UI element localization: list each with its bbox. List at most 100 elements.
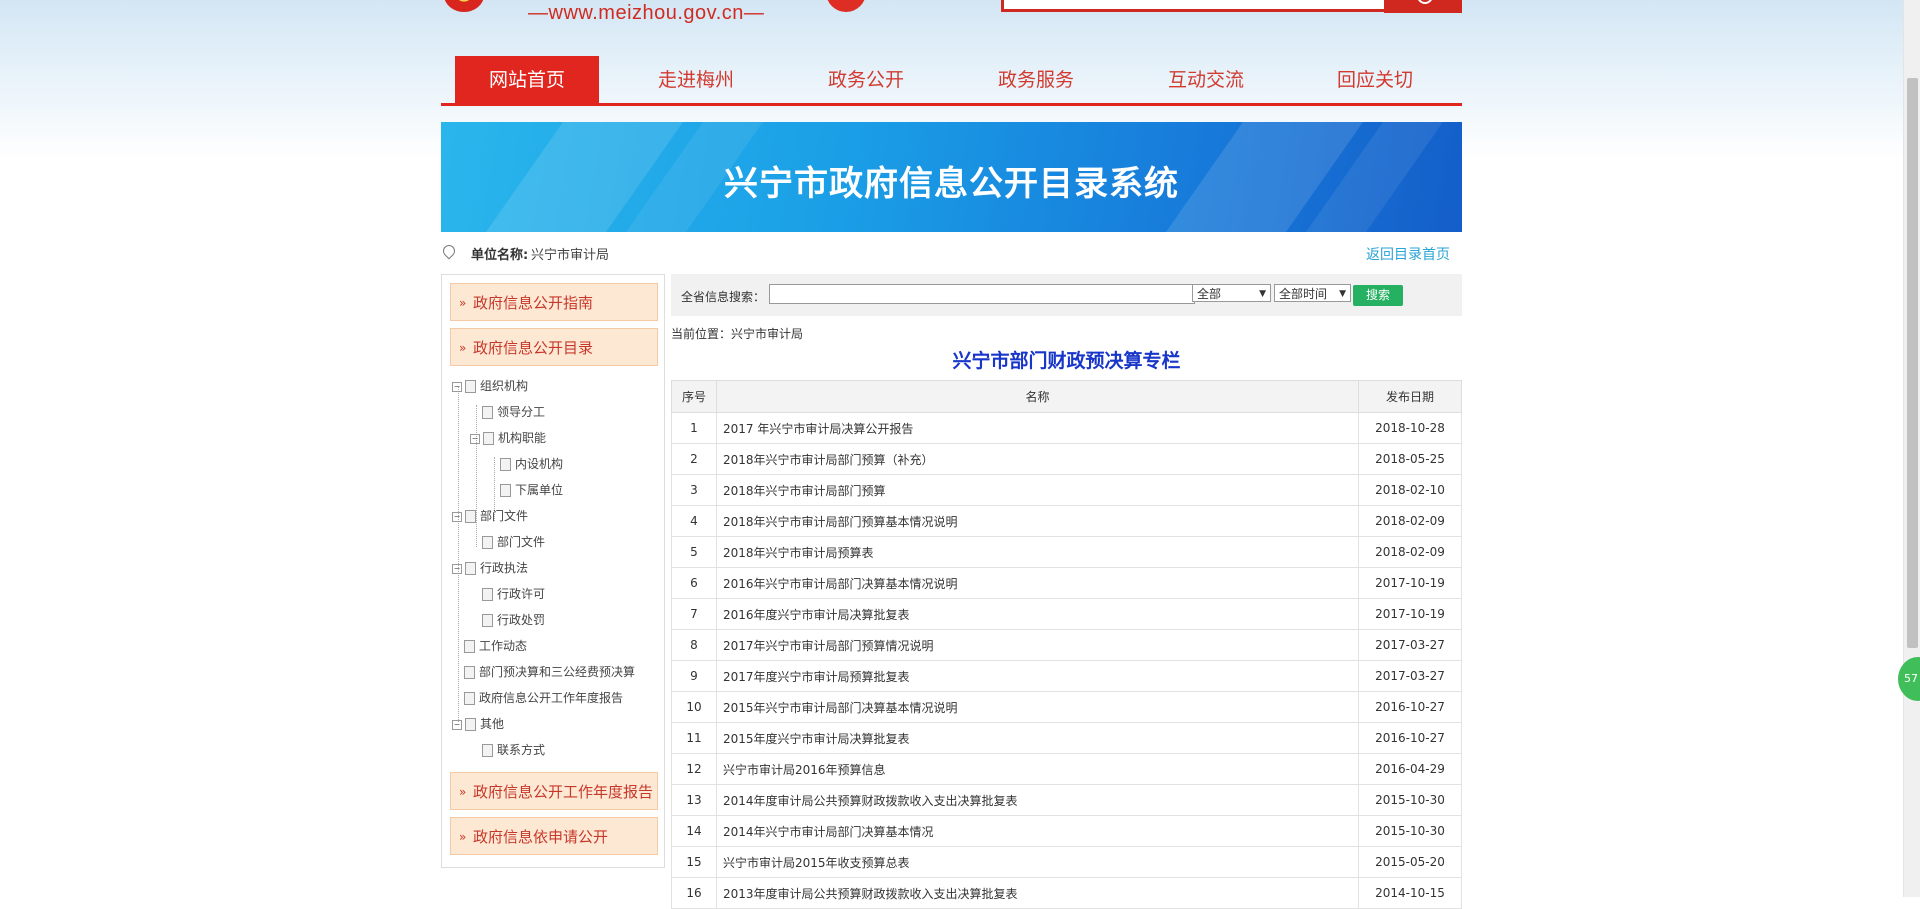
table-row[interactable]: 9 2017年度兴宁市审计局预算批复表 2017-03-27 (671, 660, 1462, 692)
row-index: 9 (671, 660, 717, 692)
table-row[interactable]: 10 2015年兴宁市审计局部门决算基本情况说明 2016-10-27 (671, 691, 1462, 723)
floating-badge[interactable]: 57 (1898, 657, 1920, 701)
location-pin-icon (440, 242, 458, 260)
tree-item-penalty[interactable]: 行政处罚 (482, 611, 545, 628)
unit-value: 兴宁市审计局 (531, 248, 610, 263)
time-select[interactable]: 全部时间 (1274, 284, 1351, 303)
nav-gov-services[interactable]: 政务服务 (964, 56, 1108, 103)
row-title-link[interactable]: 兴宁市审计局2016年预算信息 (716, 753, 1359, 785)
scope-select[interactable]: 全部 (1192, 284, 1271, 303)
row-title-link[interactable]: 兴宁市审计局2015年收支预算总表 (716, 846, 1359, 878)
row-index: 12 (671, 753, 717, 785)
tree-item-other[interactable]: − 其他 (452, 715, 504, 732)
tree-item-dept-docs[interactable]: − 部门文件 (452, 507, 528, 524)
breadcrumb: 当前位置：兴宁市审计局 (671, 327, 804, 341)
row-date: 2018-02-09 (1358, 505, 1462, 537)
nav-interaction[interactable]: 互动交流 (1134, 56, 1278, 103)
table-row[interactable]: 5 2018年兴宁市审计局预算表 2018-02-09 (671, 536, 1462, 568)
table-row[interactable]: 2 2018年兴宁市审计局部门预算（补充） 2018-05-25 (671, 443, 1462, 475)
row-title-link[interactable]: 2014年兴宁市审计局部门决算基本情况 (716, 815, 1359, 847)
scrollbar-thumb[interactable] (1907, 78, 1918, 648)
tree-item-enforcement[interactable]: − 行政执法 (452, 559, 528, 576)
row-date: 2017-03-27 (1358, 629, 1462, 661)
row-title-link[interactable]: 2017 年兴宁市审计局决算公开报告 (716, 412, 1359, 444)
section-title: 兴宁市部门财政预决算专栏 (952, 350, 1181, 372)
table-row[interactable]: 1 2017 年兴宁市审计局决算公开报告 2018-10-28 (671, 412, 1462, 444)
row-date: 2018-02-10 (1358, 474, 1462, 506)
vertical-scrollbar[interactable] (1903, 0, 1920, 897)
row-date: 2018-02-09 (1358, 536, 1462, 568)
row-title-link[interactable]: 2013年度审计局公共预算财政拨款收入支出决算批复表 (716, 877, 1359, 909)
search-input[interactable] (769, 284, 1195, 304)
row-index: 16 (671, 877, 717, 909)
nav-response[interactable]: 回应关切 (1303, 56, 1447, 103)
row-date: 2018-10-28 (1358, 412, 1462, 444)
row-index: 1 (671, 412, 717, 444)
row-title-link[interactable]: 2014年度审计局公共预算财政拨款收入支出决算批复表 (716, 784, 1359, 816)
row-title-link[interactable]: 2018年兴宁市审计局部门预算 (716, 474, 1359, 506)
unit-label: 单位名称: (471, 248, 529, 263)
row-title-link[interactable]: 2015年兴宁市审计局部门决算基本情况说明 (716, 691, 1359, 723)
tree-item-annual-report[interactable]: 政府信息公开工作年度报告 (464, 689, 623, 706)
row-date: 2017-10-19 (1358, 598, 1462, 630)
tree-item-internal[interactable]: 内设机构 (500, 455, 563, 472)
table-row[interactable]: 16 2013年度审计局公共预算财政拨款收入支出决算批复表 2014-10-15 (671, 877, 1462, 909)
table-row[interactable]: 7 2016年度兴宁市审计局决算批复表 2017-10-19 (671, 598, 1462, 630)
row-date: 2016-04-29 (1358, 753, 1462, 785)
back-to-index-link[interactable]: 返回目录首页 (1366, 244, 1450, 264)
nav-about-meizhou[interactable]: 走进梅州 (624, 56, 768, 103)
row-title-link[interactable]: 2015年度兴宁市审计局决算批复表 (716, 722, 1359, 754)
sidebar-head-annual-report[interactable]: 政府信息公开工作年度报告 (450, 772, 658, 811)
table-row[interactable]: 8 2017年兴宁市审计局部门预算情况说明 2017-03-27 (671, 629, 1462, 661)
tree-item-licensing[interactable]: 行政许可 (482, 585, 545, 602)
row-index: 2 (671, 443, 717, 475)
search-button[interactable]: 搜索 (1353, 285, 1403, 306)
row-index: 6 (671, 567, 717, 599)
tree-item-leaders[interactable]: 领导分工 (482, 403, 545, 420)
row-index: 5 (671, 536, 717, 568)
row-title-link[interactable]: 2018年兴宁市审计局预算表 (716, 536, 1359, 568)
tree-item-dept-docs-sub[interactable]: 部门文件 (482, 533, 545, 550)
page-container: —www.meizhou.gov.cn— 网站首页 走进梅州 政务公开 政务服务… (440, 0, 1462, 909)
row-date: 2018-05-25 (1358, 443, 1462, 475)
sidebar-head-request[interactable]: 政府信息依申请公开 (450, 817, 658, 856)
table-row[interactable]: 4 2018年兴宁市审计局部门预算基本情况说明 2018-02-09 (671, 505, 1462, 537)
table-row[interactable]: 15 兴宁市审计局2015年收支预算总表 2015-05-20 (671, 846, 1462, 878)
row-title-link[interactable]: 2016年度兴宁市审计局决算批复表 (716, 598, 1359, 630)
nav-home[interactable]: 网站首页 (455, 56, 599, 103)
row-date: 2016-10-27 (1358, 691, 1462, 723)
badge-icon (826, 0, 866, 12)
row-title-link[interactable]: 2017年兴宁市审计局部门预算情况说明 (716, 629, 1359, 661)
search-bar: 全省信息搜索： 全部 全部时间 搜索 (671, 274, 1462, 316)
sidebar: 政府信息公开指南 政府信息公开目录 −组织机构 领导分工 −机构职能 内设机构 … (441, 274, 665, 868)
tree-item-subordinate[interactable]: 下属单位 (500, 481, 563, 498)
sidebar-head-catalog[interactable]: 政府信息公开目录 (450, 328, 658, 367)
row-index: 13 (671, 784, 717, 816)
table-row[interactable]: 13 2014年度审计局公共预算财政拨款收入支出决算批复表 2015-10-30 (671, 784, 1462, 816)
nav-gov-affairs[interactable]: 政务公开 (794, 56, 938, 103)
table-row[interactable]: 11 2015年度兴宁市审计局决算批复表 2016-10-27 (671, 722, 1462, 754)
top-search-input[interactable] (1001, 0, 1391, 12)
table-row[interactable]: 12 兴宁市审计局2016年预算信息 2016-04-29 (671, 753, 1462, 785)
row-title-link[interactable]: 2016年兴宁市审计局部门决算基本情况说明 (716, 567, 1359, 599)
table-row[interactable]: 6 2016年兴宁市审计局部门决算基本情况说明 2017-10-19 (671, 567, 1462, 599)
tree-item-budget[interactable]: 部门预决算和三公经费预决算 (464, 663, 635, 680)
tree-item-work-news[interactable]: 工作动态 (464, 637, 527, 654)
col-header-index: 序号 (671, 380, 717, 413)
tree-item-contact[interactable]: 联系方式 (482, 741, 545, 758)
table-row[interactable]: 14 2014年兴宁市审计局部门决算基本情况 2015-10-30 (671, 815, 1462, 847)
table-row[interactable]: 3 2018年兴宁市审计局部门预算 2018-02-10 (671, 474, 1462, 506)
row-index: 3 (671, 474, 717, 506)
row-date: 2015-10-30 (1358, 784, 1462, 816)
row-title-link[interactable]: 2018年兴宁市审计局部门预算基本情况说明 (716, 505, 1359, 537)
site-url: —www.meizhou.gov.cn— (528, 2, 765, 24)
tree-item-functions[interactable]: − 机构职能 (470, 429, 546, 446)
main-content: 全省信息搜索： 全部 全部时间 搜索 当前位置：兴宁市审计局 兴宁市部门财政预决… (671, 274, 1462, 909)
top-search-button[interactable] (1384, 0, 1462, 13)
row-title-link[interactable]: 2018年兴宁市审计局部门预算（补充） (716, 443, 1359, 475)
sidebar-head-guide[interactable]: 政府信息公开指南 (450, 283, 658, 322)
budget-table: 序号 名称 发布日期 1 2017 年兴宁市审计局决算公开报告 2018-10-28… (671, 380, 1462, 909)
row-title-link[interactable]: 2017年度兴宁市审计局预算批复表 (716, 660, 1359, 692)
tree-item-org[interactable]: − 组织机构 (452, 377, 528, 394)
row-date: 2015-10-30 (1358, 815, 1462, 847)
